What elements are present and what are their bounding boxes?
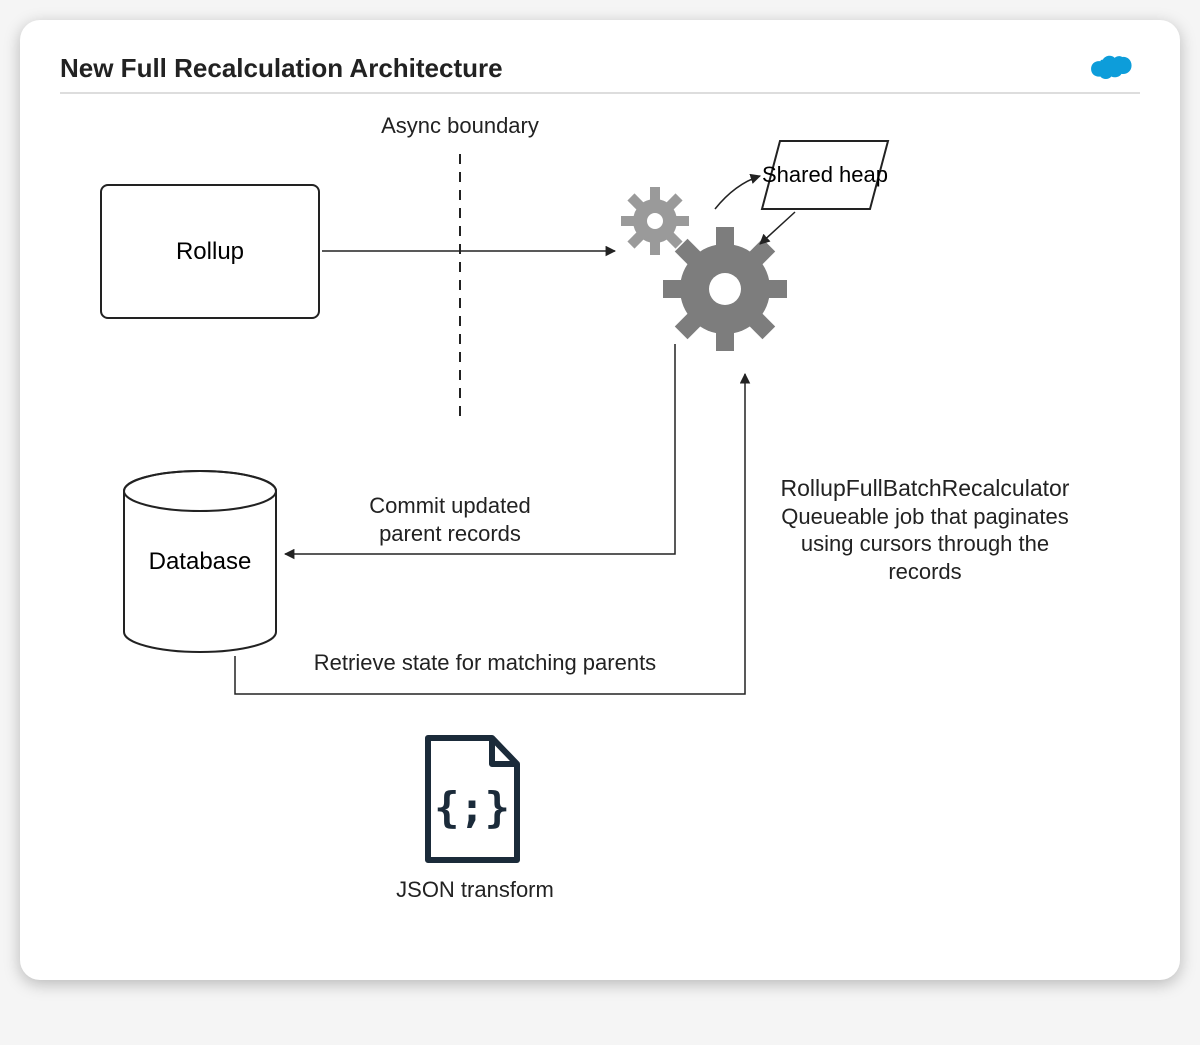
json-transform-label: JSON transform xyxy=(360,876,590,904)
salesforce-cloud-icon xyxy=(1086,50,1140,86)
diagram-canvas: Async boundary Rollup Shared heap xyxy=(60,94,1140,954)
diagram-card: New Full Recalculation Architecture Asyn… xyxy=(20,20,1180,980)
commit-label-1: Commit updated xyxy=(369,493,530,518)
recalc-desc-3: records xyxy=(888,559,961,584)
commit-label-2: parent records xyxy=(379,521,521,546)
rollup-label: Rollup xyxy=(176,238,244,266)
diagram-title: New Full Recalculation Architecture xyxy=(60,53,503,84)
recalc-desc-2: using cursors through the xyxy=(801,531,1049,556)
gears-icon xyxy=(615,179,805,369)
header: New Full Recalculation Architecture xyxy=(60,50,1140,94)
recalc-title: RollupFullBatchRecalculator xyxy=(781,475,1070,501)
json-file-icon: {;} xyxy=(420,734,525,864)
database-node: Database xyxy=(120,469,280,654)
svg-text:{;}: {;} xyxy=(434,783,510,832)
recalc-desc-1: Queueable job that paginates xyxy=(781,504,1068,529)
database-label: Database xyxy=(149,548,252,576)
async-boundary-label: Async boundary xyxy=(350,112,570,140)
rollup-node: Rollup xyxy=(100,184,320,319)
retrieve-label: Retrieve state for matching parents xyxy=(285,649,685,677)
